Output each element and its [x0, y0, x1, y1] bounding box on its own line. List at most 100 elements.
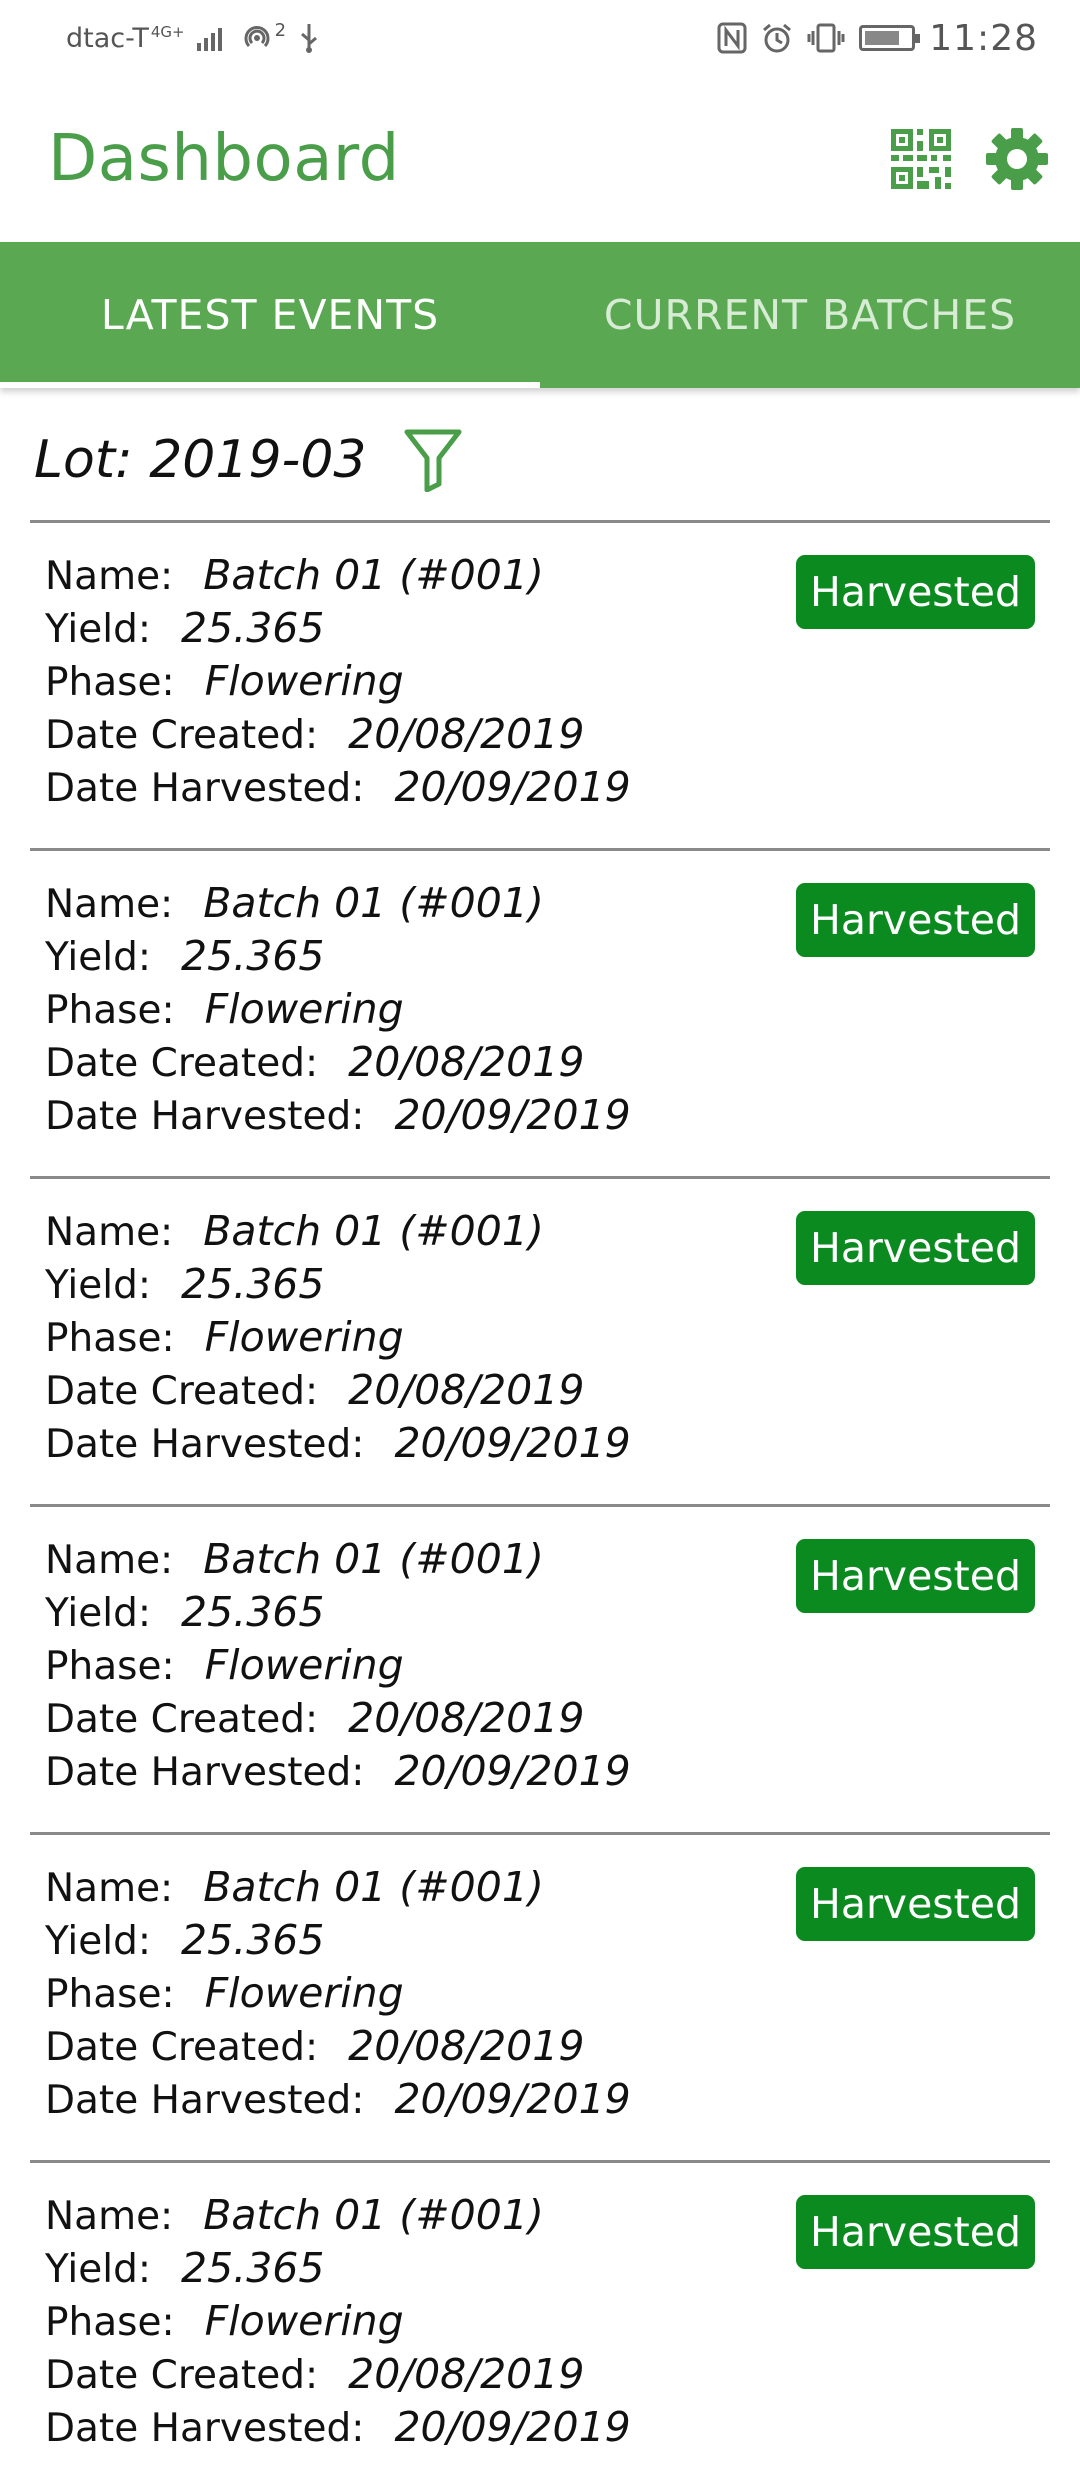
status-right: 11:28 — [717, 18, 1038, 59]
date-created-label: Date Created: — [45, 1697, 319, 1742]
carrier-label: dtac-T — [66, 22, 149, 54]
filter-icon — [404, 429, 461, 492]
batch-date-created: 20/08/2019 — [348, 1366, 585, 1414]
batch-date-harvested: 20/09/2019 — [394, 1747, 631, 1795]
name-label: Name: — [45, 1866, 174, 1911]
batch-phase: Flowering — [204, 1641, 404, 1689]
phase-label: Phase: — [45, 1644, 175, 1689]
yield-label: Yield: — [45, 2247, 151, 2292]
batch-name: Batch 01 (#001) — [203, 879, 544, 927]
yield-label: Yield: — [45, 607, 151, 652]
batch-date-created: 20/08/2019 — [348, 2022, 585, 2070]
phase-label: Phase: — [45, 988, 175, 1033]
batch-date-harvested: 20/09/2019 — [394, 763, 631, 811]
batch-name: Batch 01 (#001) — [203, 1863, 544, 1911]
phase-label: Phase: — [45, 1972, 175, 2017]
yield-label: Yield: — [45, 1591, 151, 1636]
batch-card[interactable]: Name: Batch 01 (#001) Yield: 25.365 Phase:… — [30, 2160, 1050, 2488]
status-left: dtac-T 4G+ 2 — [66, 19, 320, 54]
batch-phase: Flowering — [204, 1313, 404, 1361]
date-harvested-label: Date Harvested: — [45, 1750, 365, 1795]
status-badge: Harvested — [796, 1867, 1035, 1941]
batch-date-created: 20/08/2019 — [348, 710, 585, 758]
batch-phase: Flowering — [204, 1969, 404, 2017]
clock: 11:28 — [929, 17, 1038, 59]
batch-yield: 25.365 — [181, 1916, 325, 1964]
name-label: Name: — [45, 2194, 174, 2239]
app-bar: Dashboard — [0, 76, 1080, 242]
phase-label: Phase: — [45, 2300, 175, 2345]
name-label: Name: — [45, 554, 174, 599]
date-harvested-label: Date Harvested: — [45, 2078, 365, 2123]
batch-date-harvested: 20/09/2019 — [394, 1091, 631, 1139]
date-created-label: Date Created: — [45, 713, 319, 758]
batch-name: Batch 01 (#001) — [203, 1207, 544, 1255]
batch-date-created: 20/08/2019 — [348, 2350, 585, 2398]
batch-date-created: 20/08/2019 — [348, 1038, 585, 1086]
usb-icon — [301, 24, 318, 53]
batch-yield: 25.365 — [181, 1588, 325, 1636]
phase-label: Phase: — [45, 660, 175, 705]
status-badge: Harvested — [796, 883, 1035, 957]
batch-name: Batch 01 (#001) — [203, 551, 544, 599]
hotspot-count: 2 — [274, 19, 287, 41]
name-label: Name: — [45, 1538, 174, 1583]
batch-phase: Flowering — [204, 2297, 404, 2345]
batch-date-harvested: 20/09/2019 — [394, 2403, 631, 2451]
status-badge: Harvested — [796, 555, 1035, 629]
date-created-label: Date Created: — [45, 1041, 319, 1086]
hotspot-icon — [244, 26, 270, 48]
batch-yield: 25.365 — [181, 932, 325, 980]
batch-phase: Flowering — [204, 657, 404, 705]
date-harvested-label: Date Harvested: — [45, 2406, 365, 2451]
batch-card[interactable]: Name: Batch 01 (#001) Yield: 25.365 Phase:… — [30, 848, 1050, 1176]
tab-latest-events[interactable]: LATEST EVENTS — [0, 242, 540, 388]
page-title: Dashboard — [48, 122, 400, 196]
lot-label: Lot: 2019-03 — [34, 430, 367, 490]
status-badge: Harvested — [796, 1211, 1035, 1285]
network-type: 4G+ — [150, 23, 185, 41]
yield-label: Yield: — [45, 1263, 151, 1308]
gear-icon — [986, 128, 1048, 190]
yield-label: Yield: — [45, 935, 151, 980]
batch-phase: Flowering — [204, 985, 404, 1033]
battery-icon — [859, 25, 921, 51]
batch-card[interactable]: Name: Batch 01 (#001) Yield: 25.365 Phase:… — [30, 1176, 1050, 1504]
batch-list: Name: Batch 01 (#001) Yield: 25.365 Phase:… — [30, 520, 1050, 2488]
status-badge: Harvested — [796, 2195, 1035, 2269]
vibrate-icon — [807, 23, 845, 53]
batch-card[interactable]: Name: Batch 01 (#001) Yield: 25.365 Phase:… — [30, 1504, 1050, 1832]
batch-card[interactable]: Name: Batch 01 (#001) Yield: 25.365 Phase:… — [30, 520, 1050, 848]
date-harvested-label: Date Harvested: — [45, 766, 365, 811]
name-label: Name: — [45, 882, 174, 927]
qr-code-icon — [891, 129, 951, 189]
batch-yield: 25.365 — [181, 1260, 325, 1308]
batch-card[interactable]: Name: Batch 01 (#001) Yield: 25.365 Phase:… — [30, 1832, 1050, 2160]
tab-current-batches[interactable]: CURRENT BATCHES — [540, 242, 1080, 388]
nfc-icon — [717, 22, 747, 54]
signal-icon — [196, 28, 222, 51]
date-harvested-label: Date Harvested: — [45, 1422, 365, 1467]
batch-date-created: 20/08/2019 — [348, 1694, 585, 1742]
date-harvested-label: Date Harvested: — [45, 1094, 365, 1139]
phase-label: Phase: — [45, 1316, 175, 1361]
batch-name: Batch 01 (#001) — [203, 2191, 544, 2239]
yield-label: Yield: — [45, 1919, 151, 1964]
batch-yield: 25.365 — [181, 2244, 325, 2292]
tab-bar: LATEST EVENTS CURRENT BATCHES — [0, 242, 1080, 388]
batch-name: Batch 01 (#001) — [203, 1535, 544, 1583]
alarm-icon — [763, 23, 792, 53]
name-label: Name: — [45, 1210, 174, 1255]
date-created-label: Date Created: — [45, 2353, 319, 2398]
batch-date-harvested: 20/09/2019 — [394, 2075, 631, 2123]
status-bar: dtac-T 4G+ 2 11:28 — [0, 0, 1080, 76]
settings-button[interactable] — [984, 126, 1050, 192]
lot-filter-row: Lot: 2019-03 — [30, 400, 1050, 520]
app-bar-actions — [888, 126, 1050, 192]
date-created-label: Date Created: — [45, 2025, 319, 2070]
filter-button[interactable] — [403, 425, 467, 495]
date-created-label: Date Created: — [45, 1369, 319, 1414]
batch-date-harvested: 20/09/2019 — [394, 1419, 631, 1467]
qr-scan-button[interactable] — [888, 126, 954, 192]
batch-yield: 25.365 — [181, 604, 325, 652]
